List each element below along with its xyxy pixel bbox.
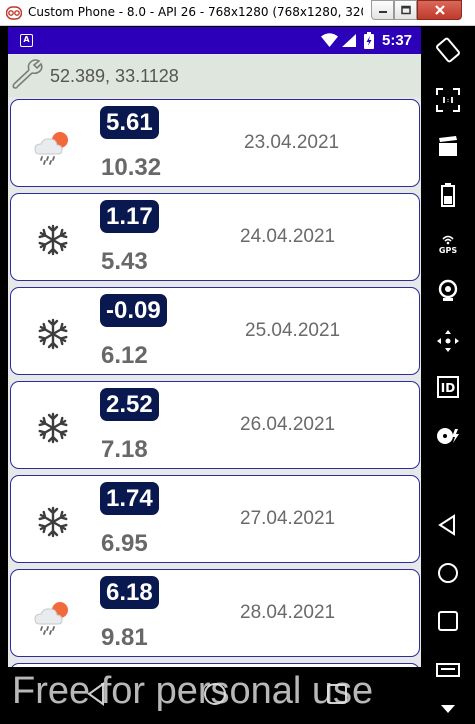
emulator-toolbar: GPS ID bbox=[421, 27, 475, 724]
minimize-button[interactable] bbox=[371, 0, 394, 20]
minimize-icon bbox=[378, 11, 387, 13]
snowflake-icon bbox=[38, 506, 68, 538]
camera-button[interactable] bbox=[433, 276, 463, 306]
secondary-value: 5.43 bbox=[101, 248, 148, 275]
max-temperature-badge: 2.52 bbox=[100, 388, 159, 421]
more-button[interactable] bbox=[433, 693, 463, 723]
location-coordinates: 52.389, 33.1128 bbox=[50, 66, 179, 86]
close-icon bbox=[434, 5, 445, 15]
forecast-date: 25.04.2021 bbox=[245, 320, 341, 341]
close-window-button[interactable] bbox=[417, 0, 462, 20]
window-titlebar: Custom Phone - 8.0 - API 26 - 768x1280 (… bbox=[0, 0, 475, 26]
maximize-button[interactable] bbox=[394, 0, 417, 20]
forecast-date: 23.04.2021 bbox=[244, 132, 340, 153]
emulator-root: Custom Phone - 8.0 - API 26 - 768x1280 (… bbox=[0, 0, 475, 724]
snowflake-icon bbox=[38, 318, 68, 350]
clapperboard-icon bbox=[439, 136, 457, 156]
forecast-date: 28.04.2021 bbox=[240, 602, 336, 623]
svg-text:GPS: GPS bbox=[439, 246, 457, 255]
webcam-icon bbox=[438, 279, 458, 301]
gps-button[interactable]: GPS bbox=[433, 228, 463, 258]
android-status-bar: A 5:37 bbox=[8, 27, 421, 54]
forecast-card[interactable]: 2.52 7.18 26.04.2021 bbox=[10, 381, 420, 469]
fullscreen-1-1-icon bbox=[436, 88, 460, 112]
screenrecord-button[interactable] bbox=[433, 131, 463, 161]
rotate-icon bbox=[436, 37, 460, 63]
overview-button[interactable] bbox=[433, 606, 463, 636]
snowflake-icon bbox=[38, 412, 68, 444]
cell-signal-icon bbox=[342, 34, 356, 47]
max-temperature-badge: 1.74 bbox=[100, 482, 159, 515]
snowflake-icon bbox=[38, 224, 68, 256]
id-icon: ID bbox=[437, 376, 459, 398]
gps-icon: GPS bbox=[439, 235, 457, 255]
phone-screen: A 5:37 52.389, 33.1128 5.61 10.32 23.04.… bbox=[8, 27, 421, 724]
forecast-card[interactable]: 1.17 5.43 24.04.2021 bbox=[10, 193, 420, 281]
rotate-button[interactable] bbox=[433, 35, 463, 65]
forecast-date: 27.04.2021 bbox=[240, 508, 336, 529]
forecast-card[interactable]: 6.18 9.81 28.04.2021 bbox=[10, 569, 420, 657]
wrench-icon[interactable] bbox=[10, 59, 44, 89]
secondary-value: 6.95 bbox=[101, 530, 148, 557]
caret-down-icon bbox=[441, 705, 455, 713]
window-title: Custom Phone - 8.0 - API 26 - 768x1280 (… bbox=[28, 5, 363, 19]
max-temperature-badge: 5.61 bbox=[100, 106, 159, 139]
emulator-app-icon bbox=[6, 6, 22, 20]
media-button[interactable] bbox=[433, 421, 463, 451]
dpad-button[interactable] bbox=[433, 326, 463, 356]
triangle-back-icon bbox=[438, 514, 455, 536]
watermark-text: Free for personal use bbox=[12, 670, 374, 712]
cloud-rain-sun-icon bbox=[34, 602, 68, 635]
forecast-date: 26.04.2021 bbox=[240, 414, 336, 435]
disc-lightning-icon bbox=[437, 428, 459, 444]
secondary-value: 9.81 bbox=[101, 624, 148, 651]
menu-button[interactable] bbox=[433, 657, 463, 687]
forecast-card[interactable]: -0.09 6.12 25.04.2021 bbox=[10, 287, 420, 375]
max-temperature-badge: 6.18 bbox=[100, 576, 159, 609]
secondary-value: 7.18 bbox=[101, 436, 148, 463]
cloud-rain-sun-icon bbox=[34, 132, 68, 165]
battery-charging-icon bbox=[364, 32, 374, 49]
battery-icon bbox=[441, 183, 455, 207]
zoom-button[interactable] bbox=[433, 85, 463, 115]
forecast-card[interactable]: 5.61 10.32 23.04.2021 bbox=[10, 99, 420, 187]
back-button[interactable] bbox=[433, 510, 463, 540]
home-button[interactable] bbox=[433, 558, 463, 588]
dpad-icon bbox=[437, 330, 459, 352]
square-overview-icon bbox=[438, 611, 458, 631]
menu-icon bbox=[436, 663, 460, 677]
forecast-date: 24.04.2021 bbox=[240, 226, 336, 247]
status-clock: 5:37 bbox=[382, 32, 413, 49]
maximize-icon bbox=[400, 5, 411, 15]
wifi-icon bbox=[321, 33, 338, 47]
secondary-value: 6.12 bbox=[101, 342, 148, 369]
max-temperature-badge: -0.09 bbox=[100, 294, 167, 327]
secondary-value: 10.32 bbox=[101, 154, 162, 181]
location-bar: 52.389, 33.1128 bbox=[8, 55, 421, 97]
notification-icon: A bbox=[20, 34, 33, 47]
circle-home-icon bbox=[438, 563, 458, 583]
fingerprint-id-button[interactable]: ID bbox=[433, 372, 463, 402]
max-temperature-badge: 1.17 bbox=[100, 200, 159, 233]
battery-button[interactable] bbox=[433, 180, 463, 210]
svg-text:ID: ID bbox=[441, 381, 455, 395]
forecast-card[interactable]: 1.74 6.95 27.04.2021 bbox=[10, 475, 420, 563]
